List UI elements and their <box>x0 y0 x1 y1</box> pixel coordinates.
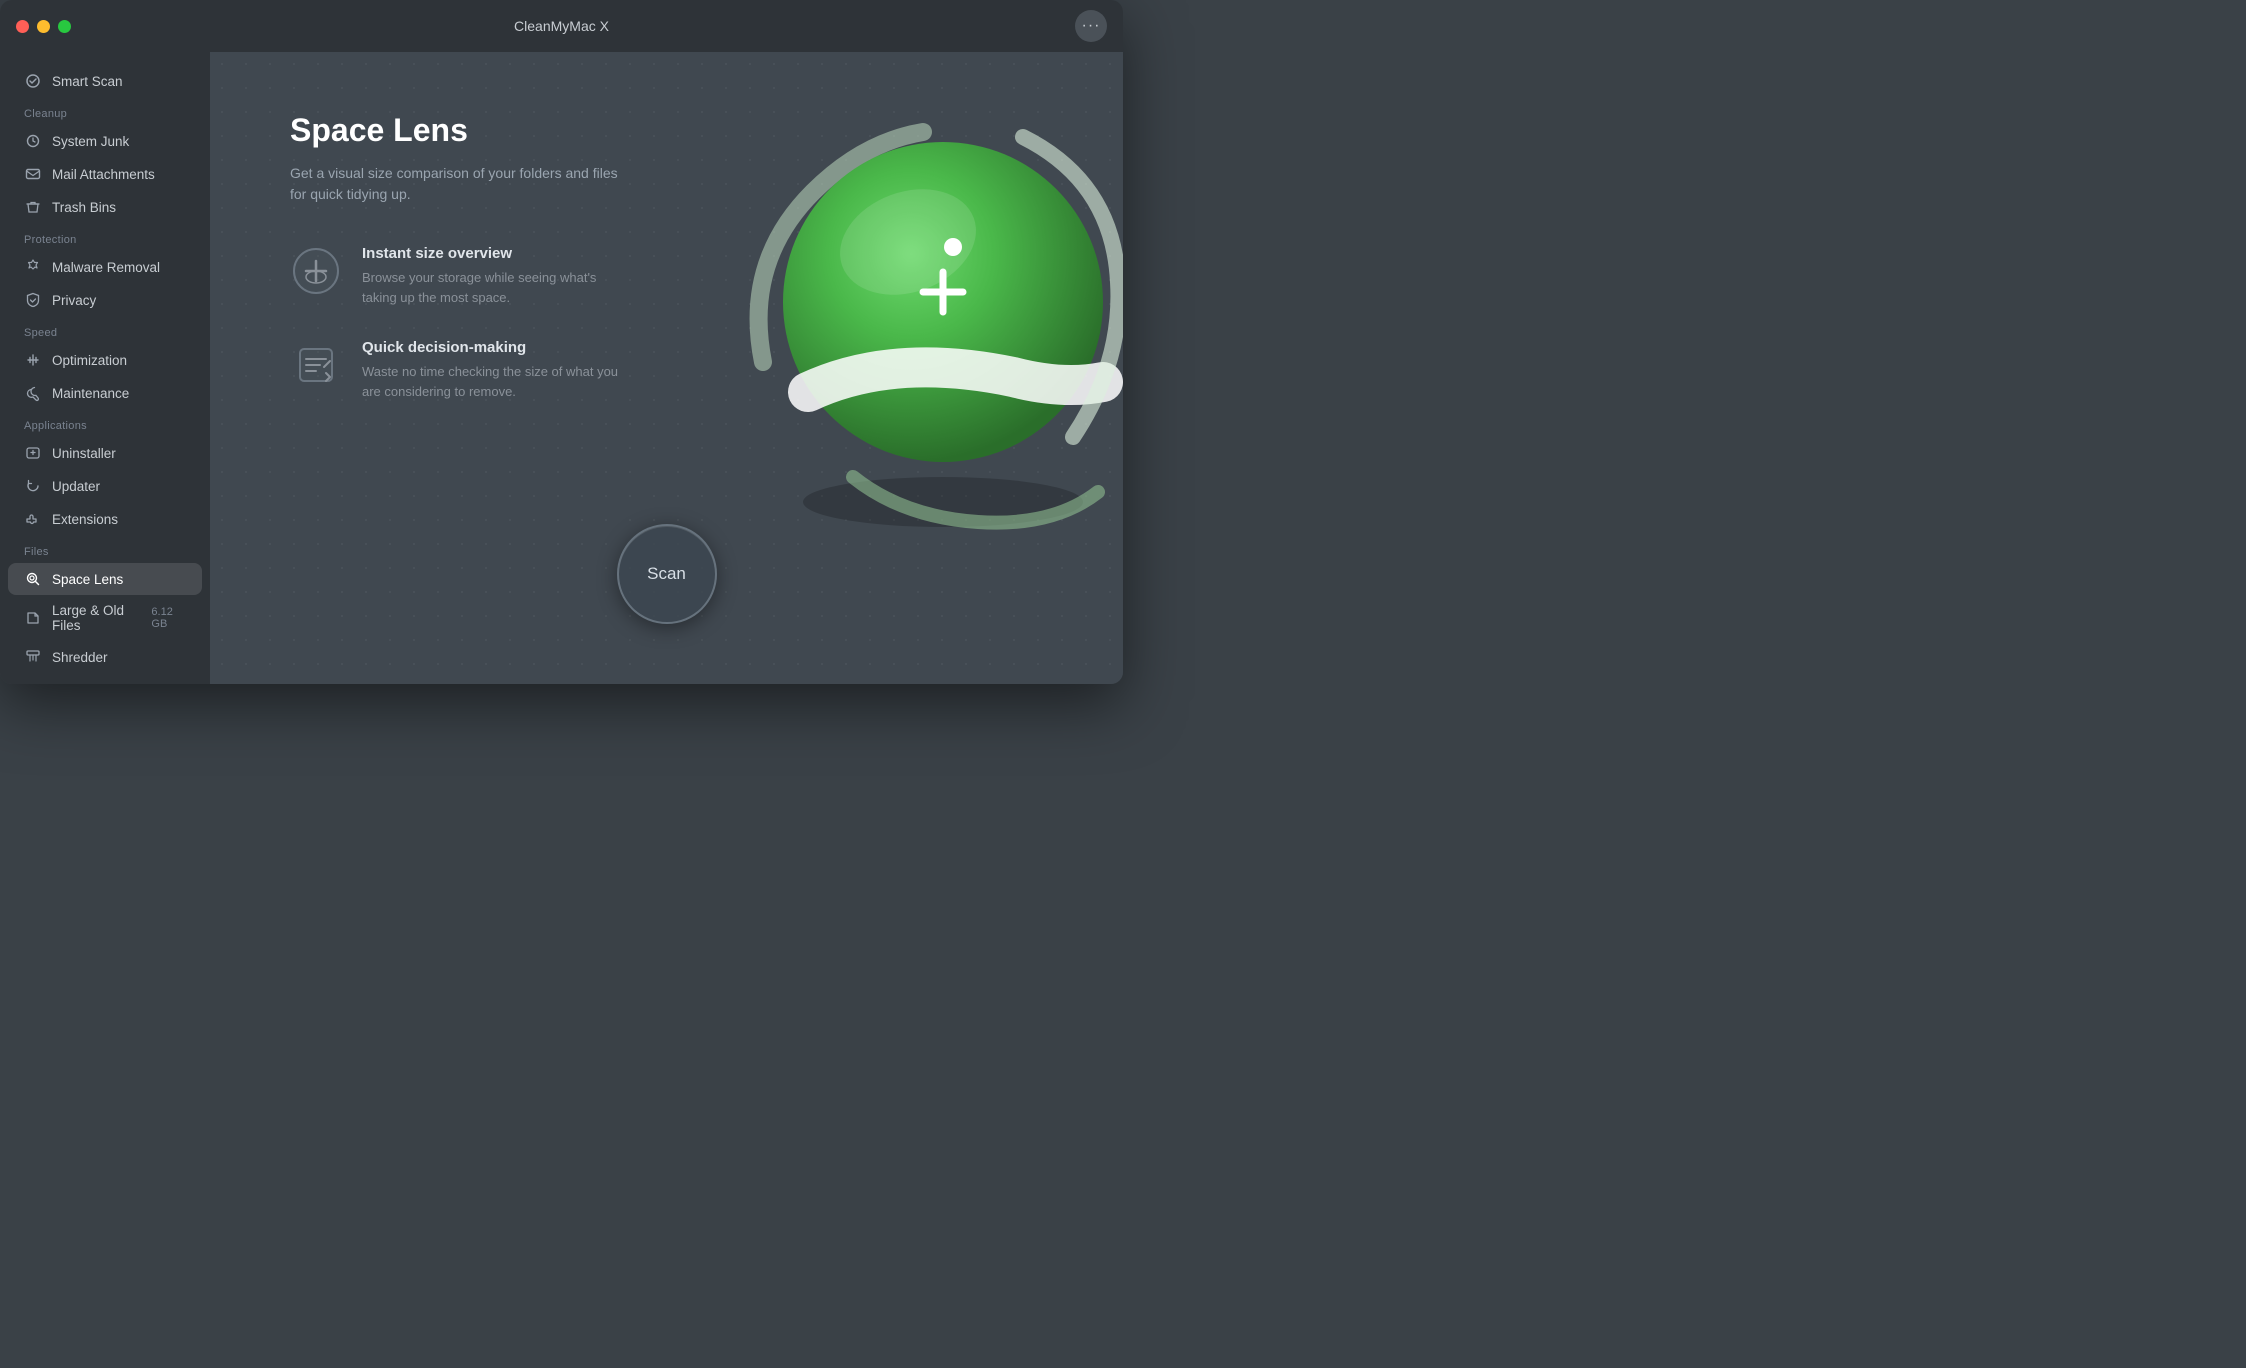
traffic-lights <box>16 20 71 33</box>
maximize-button[interactable] <box>58 20 71 33</box>
feature-quick-decision: Quick decision-making Waste no time chec… <box>290 339 710 401</box>
sidebar-item-smart-scan[interactable]: Smart Scan <box>8 65 202 97</box>
extensions-icon <box>24 510 42 528</box>
instant-size-desc: Browse your storage while seeing what'st… <box>362 268 596 307</box>
updater-icon <box>24 477 42 495</box>
quick-decision-icon-wrap <box>290 339 342 391</box>
shredder-icon <box>24 648 42 666</box>
large-files-icon <box>24 609 42 627</box>
scan-button-label: Scan <box>647 564 686 584</box>
feature-instant-size: Instant size overview Browse your storag… <box>290 245 710 307</box>
sidebar-item-shredder[interactable]: Shredder <box>8 641 202 673</box>
instant-size-icon <box>292 247 340 295</box>
app-title: CleanMyMac X <box>514 18 609 34</box>
menu-button[interactable]: ··· <box>1075 10 1107 42</box>
maintenance-label: Maintenance <box>52 386 129 401</box>
dots-icon: ··· <box>1082 17 1101 35</box>
malware-removal-label: Malware Removal <box>52 260 160 275</box>
sidebar-item-mail-attachments[interactable]: Mail Attachments <box>8 158 202 190</box>
uninstaller-icon <box>24 444 42 462</box>
globe-illustration <box>733 82 1123 562</box>
speed-section: Speed <box>0 317 210 343</box>
files-section: Files <box>0 536 210 562</box>
close-button[interactable] <box>16 20 29 33</box>
mail-attachments-label: Mail Attachments <box>52 167 155 182</box>
updater-label: Updater <box>52 479 100 494</box>
cleanup-section: Cleanup <box>0 98 210 124</box>
instant-size-text: Instant size overview Browse your storag… <box>362 245 596 307</box>
sidebar-item-system-junk[interactable]: System Junk <box>8 125 202 157</box>
trash-bins-label: Trash Bins <box>52 200 116 215</box>
trash-icon <box>24 198 42 216</box>
smart-scan-label: Smart Scan <box>52 74 123 89</box>
sidebar-item-privacy[interactable]: Privacy <box>8 284 202 316</box>
main-area: Space Lens Get a visual size comparison … <box>210 52 1123 684</box>
space-lens-icon <box>24 570 42 588</box>
privacy-label: Privacy <box>52 293 96 308</box>
sidebar-item-updater[interactable]: Updater <box>8 470 202 502</box>
sidebar-item-malware-removal[interactable]: Malware Removal <box>8 251 202 283</box>
quick-decision-title: Quick decision-making <box>362 339 618 356</box>
space-lens-label: Space Lens <box>52 572 123 587</box>
main-content-area: Space Lens Get a visual size comparison … <box>210 52 710 493</box>
protection-section: Protection <box>0 224 210 250</box>
uninstaller-label: Uninstaller <box>52 446 116 461</box>
sidebar-item-large-old-files[interactable]: Large & Old Files 6.12 GB <box>8 596 202 640</box>
smart-scan-icon <box>24 72 42 90</box>
sidebar: Smart Scan Cleanup System Junk <box>0 52 210 684</box>
instant-size-icon-wrap <box>290 245 342 297</box>
sidebar-item-space-lens[interactable]: Space Lens <box>8 563 202 595</box>
sidebar-item-maintenance[interactable]: Maintenance <box>8 377 202 409</box>
extensions-label: Extensions <box>52 512 118 527</box>
instant-size-title: Instant size overview <box>362 245 596 262</box>
system-junk-label: System Junk <box>52 134 129 149</box>
shredder-label: Shredder <box>52 650 108 665</box>
sidebar-item-uninstaller[interactable]: Uninstaller <box>8 437 202 469</box>
main-layout: Smart Scan Cleanup System Junk <box>0 52 1123 684</box>
quick-decision-icon <box>292 341 340 389</box>
malware-icon <box>24 258 42 276</box>
sidebar-item-extensions[interactable]: Extensions <box>8 503 202 535</box>
sidebar-item-optimization[interactable]: Optimization <box>8 344 202 376</box>
sidebar-item-trash-bins[interactable]: Trash Bins <box>8 191 202 223</box>
large-old-files-label: Large & Old Files <box>52 603 141 633</box>
scan-button[interactable]: Scan <box>617 524 717 624</box>
scan-button-wrap: Scan <box>617 524 717 624</box>
large-old-files-badge: 6.12 GB <box>151 606 186 630</box>
optimization-label: Optimization <box>52 353 127 368</box>
mail-icon <box>24 165 42 183</box>
page-subtitle: Get a visual size comparison of your fol… <box>290 163 710 205</box>
minimize-button[interactable] <box>37 20 50 33</box>
titlebar: CleanMyMac X ··· <box>0 0 1123 52</box>
app-window: CleanMyMac X ··· Smart Scan Cleanup <box>0 0 1123 684</box>
privacy-icon <box>24 291 42 309</box>
applications-section: Applications <box>0 410 210 436</box>
system-junk-icon <box>24 132 42 150</box>
quick-decision-desc: Waste no time checking the size of what … <box>362 362 618 401</box>
quick-decision-text: Quick decision-making Waste no time chec… <box>362 339 618 401</box>
page-title: Space Lens <box>290 112 710 149</box>
optimization-icon <box>24 351 42 369</box>
maintenance-icon <box>24 384 42 402</box>
